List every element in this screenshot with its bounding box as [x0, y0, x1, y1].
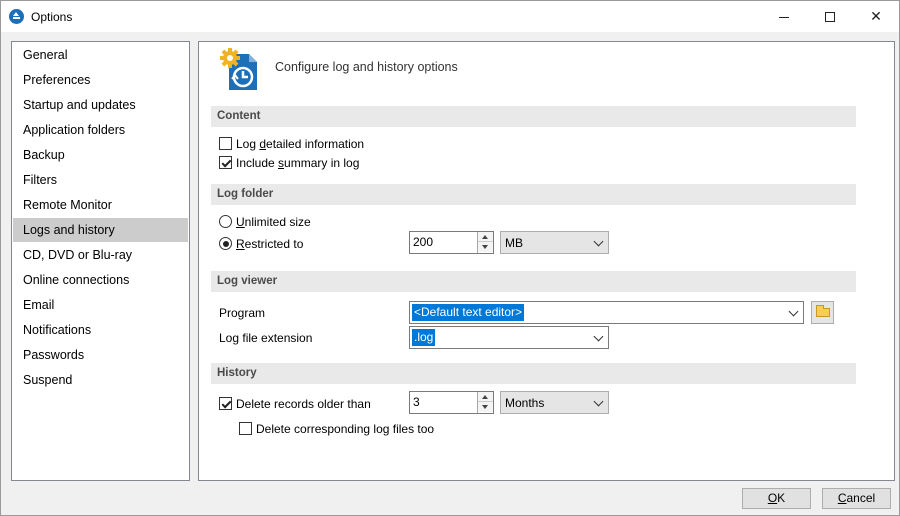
delete-records-checkbox[interactable]: Delete records older than: [219, 396, 379, 412]
sidebar-item-startup-and-updates[interactable]: Startup and updates: [13, 93, 188, 117]
restricted-to-radio[interactable]: Restricted to: [219, 236, 359, 252]
close-icon: ✕: [870, 8, 882, 24]
folder-icon: [816, 305, 830, 317]
cancel-label: ancel: [846, 491, 876, 505]
history-age-unit-select[interactable]: Months: [500, 391, 609, 414]
chevron-down-icon[interactable]: [788, 306, 799, 317]
options-window: Options ✕ General Preferences Startup an…: [0, 0, 900, 516]
section-history: History: [211, 363, 856, 384]
chevron-down-icon: [593, 236, 604, 247]
log-size-spin-buttons[interactable]: [477, 232, 493, 253]
sidebar-item-online-connections[interactable]: Online connections: [13, 268, 188, 292]
window-title: Options: [31, 10, 73, 24]
unlimited-size-radio[interactable]: Unlimited size: [219, 214, 359, 230]
delete-records-label: Delete records older than: [236, 397, 371, 411]
delete-log-files-checkbox[interactable]: Delete corresponding log files too: [239, 421, 449, 437]
include-summary-label: Include summary in log: [236, 156, 360, 170]
restricted-to-label: Restricted to: [236, 237, 304, 251]
log-extension-value[interactable]: .log: [412, 329, 436, 346]
history-age-unit-value: Months: [505, 396, 545, 410]
delete-records-checkbox-box[interactable]: [219, 397, 232, 410]
section-log-folder: Log folder: [211, 184, 856, 205]
sidebar-item-preferences[interactable]: Preferences: [13, 68, 188, 92]
log-detailed-checkbox-box[interactable]: [219, 137, 232, 150]
spin-down-icon[interactable]: [478, 402, 493, 412]
log-size-unit-select[interactable]: MB: [500, 231, 609, 254]
log-extension-label: Log file extension: [219, 331, 313, 345]
sidebar-item-email[interactable]: Email: [13, 293, 188, 317]
sidebar-item-notifications[interactable]: Notifications: [13, 318, 188, 342]
log-size-value[interactable]: 200: [413, 235, 433, 249]
section-content: Content: [211, 106, 856, 127]
ok-label: K: [777, 491, 786, 505]
program-label: Program: [219, 306, 266, 320]
options-category-list[interactable]: General Preferences Startup and updates …: [11, 41, 190, 481]
ok-accel: O: [767, 491, 778, 505]
sidebar-item-passwords[interactable]: Passwords: [13, 343, 188, 367]
minimize-button[interactable]: [761, 1, 807, 32]
cancel-button[interactable]: Cancel: [822, 488, 891, 509]
chevron-down-icon: [593, 396, 604, 407]
title-bar: Options ✕: [1, 1, 899, 32]
ok-button[interactable]: OK: [742, 488, 811, 509]
sidebar-item-remote-monitor[interactable]: Remote Monitor: [13, 193, 188, 217]
sidebar-item-application-folders[interactable]: Application folders: [13, 118, 188, 142]
program-combo[interactable]: <Default text editor>: [409, 301, 804, 324]
log-history-gear-icon: [220, 48, 257, 90]
include-summary-checkbox[interactable]: Include summary in log: [219, 155, 399, 171]
spin-up-icon[interactable]: [478, 392, 493, 402]
maximize-icon: [825, 12, 835, 23]
sidebar-item-logs-and-history[interactable]: Logs and history: [13, 218, 188, 242]
log-extension-combo[interactable]: .log: [409, 326, 609, 349]
options-panel: Configure log and history options Conten…: [198, 41, 895, 481]
history-age-value[interactable]: 3: [413, 395, 420, 409]
history-age-spinner[interactable]: 3: [409, 391, 494, 414]
log-size-spinner[interactable]: 200: [409, 231, 494, 254]
log-size-unit-value: MB: [505, 236, 523, 250]
delete-log-files-checkbox-box[interactable]: [239, 422, 252, 435]
sidebar-item-backup[interactable]: Backup: [13, 143, 188, 167]
chevron-down-icon[interactable]: [593, 331, 604, 342]
sidebar-item-filters[interactable]: Filters: [13, 168, 188, 192]
history-age-spin-buttons[interactable]: [477, 392, 493, 413]
include-summary-checkbox-box[interactable]: [219, 156, 232, 169]
unlimited-size-label: Unlimited size: [236, 215, 311, 229]
browse-program-button[interactable]: [811, 301, 834, 324]
close-button[interactable]: ✕: [853, 1, 899, 32]
log-detailed-checkbox[interactable]: Log detailed information: [219, 136, 399, 152]
sidebar-item-general[interactable]: General: [13, 43, 188, 67]
page-description: Configure log and history options: [275, 60, 458, 74]
log-detailed-label: Log detailed information: [236, 137, 365, 151]
spin-down-icon[interactable]: [478, 242, 493, 252]
delete-log-files-label: Delete corresponding log files too: [256, 422, 435, 436]
spin-up-icon[interactable]: [478, 232, 493, 242]
unlimited-size-radio-dot[interactable]: [219, 215, 232, 228]
app-eject-icon: [9, 9, 24, 24]
maximize-button[interactable]: [807, 1, 853, 32]
section-log-viewer: Log viewer: [211, 271, 856, 292]
restricted-to-radio-dot[interactable]: [219, 237, 232, 250]
sidebar-item-cd-dvd-bluray[interactable]: CD, DVD or Blu-ray: [13, 243, 188, 267]
sidebar-item-suspend[interactable]: Suspend: [13, 368, 188, 392]
program-value[interactable]: <Default text editor>: [412, 304, 525, 321]
minimize-icon: [779, 16, 789, 18]
